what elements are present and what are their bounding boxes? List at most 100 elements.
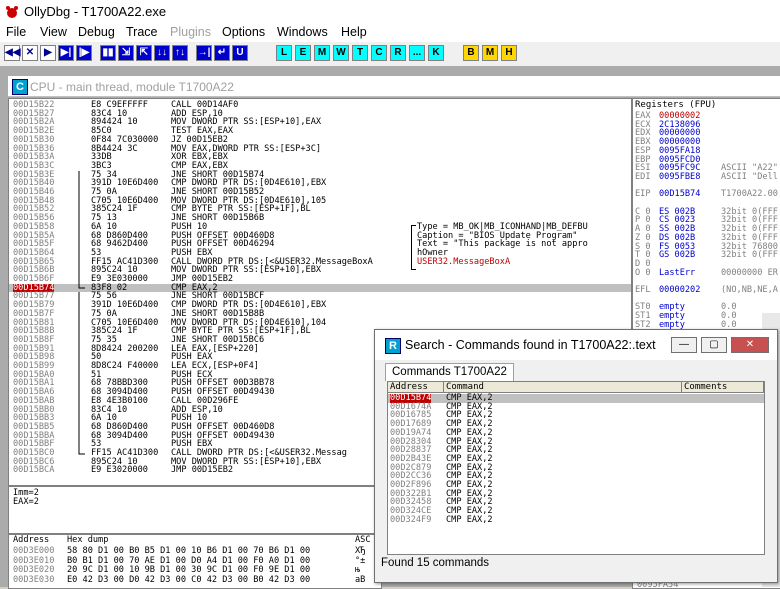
toolbar-window-button-dotsdotsdots[interactable]: ... [409,45,425,61]
hex-header-address[interactable]: Address [13,536,49,545]
call-args-bracket [411,225,416,270]
hex-row-address: 00D3E020 [13,565,55,575]
hex-row-bytes[interactable]: 20 9C D1 00 10 9B D1 00 30 9C D1 00 F0 9… [67,566,310,575]
column-header-command[interactable]: Command [444,382,682,393]
search-result-row[interactable]: 00D324F9 CMP EAX,2 [388,516,764,525]
toolbar-nav-button-10[interactable]: →| [196,45,212,61]
search-result-row[interactable]: 00D15B74 CMP EAX,2 [388,394,764,403]
cpu-window-caption: CPU - main thread, module T1700A22 [30,80,234,94]
toolbar-nav-button-8[interactable]: ↓↓ [154,45,170,61]
menu-item-debug[interactable]: Debug [78,25,115,39]
toolbar-nav-button-5[interactable]: ▮▮ [100,45,116,61]
menu-item-options[interactable]: Options [222,25,265,39]
search-result-row[interactable]: 00D2C879 CMP EAX,2 [388,463,764,473]
toolbar-nav-button-12[interactable]: U [232,45,248,61]
register-value[interactable]: 00D15B74 [659,190,700,199]
register-value[interactable]: LastErr [659,268,695,278]
disasm-bytes: E9 E3020000 [91,465,148,476]
restore-button[interactable]: ▢ [701,337,727,353]
info-line-eax: EAX=2 [13,497,39,507]
search-tab-bar: Commands T1700A22 [383,361,769,381]
hex-header-ascii[interactable]: ASC [355,536,371,545]
search-window-title: Search - Commands found in T1700A22:.tex… [405,338,656,352]
search-result-row[interactable]: 00D2B43E CMP EAX,2 [388,455,764,464]
register-name: O 0 [635,267,651,278]
toolbar-nav-button-6[interactable]: ⇲ [118,45,134,61]
disasm-comment: USER32.MessageBoxA [417,256,511,267]
tab-commands[interactable]: Commands T1700A22 [385,363,514,381]
search-window[interactable]: R Search - Commands found in T1700A22:.t… [374,329,778,583]
search-result-row[interactable]: 00D1674A CMP EAX,2 [388,402,764,412]
search-status: Found 15 commands [381,557,490,569]
menu-item-view[interactable]: View [40,25,67,39]
title-bar: OllyDbg - T1700A22.exe [0,0,780,24]
close-button[interactable]: ✕ [731,337,769,353]
menu-item-trace[interactable]: Trace [126,25,158,39]
menu-item-windows[interactable]: Windows [277,25,328,39]
hex-row-bytes[interactable]: B0 B1 D1 00 70 AE D1 00 D0 A4 D1 00 F0 A… [67,556,310,566]
toolbar-window-button-t[interactable]: T [352,45,368,61]
hex-row-bytes[interactable]: 58 80 D1 00 B0 B5 D1 00 10 B6 D1 00 70 B… [67,547,310,556]
search-result-row[interactable]: 00D28304 CMP EAX,2 [388,437,764,447]
toolbar-button-b[interactable]: B [463,45,479,61]
column-header-address[interactable]: Address [388,382,444,393]
search-title-bar[interactable]: R Search - Commands found in T1700A22:.t… [375,330,777,360]
toolbar: ◀◀ ✕ ▶ ▶| |▶ ▮▮ ⇲ ⇱ ↓↓ ↑↓ →| ↵ U L E M W T C R... K B M H [0,42,780,67]
toolbar-nav-button-1[interactable]: ✕ [22,45,38,61]
hex-row-bytes[interactable]: E0 42 D3 00 D0 42 D3 00 C0 42 D3 00 B0 4… [67,575,310,585]
toolbar-nav-button-0[interactable]: ◀◀ [4,45,20,61]
search-result-row[interactable]: 00D28837 CMP EAX,2 [388,446,764,455]
window-title: OllyDbg - T1700A22.exe [24,4,167,19]
hex-header-hex[interactable]: Hex dump [67,536,108,545]
hex-dump-pane[interactable]: Address Hex dump ASC 00D3E000 58 80 D1 00 B0… [8,534,382,589]
search-result-row[interactable]: 00D322B1 CMP EAX,2 [388,489,764,499]
search-result-row[interactable]: 00D16785 CMP EAX,2 [388,411,764,420]
search-results-table[interactable]: Address Command Comments 00D15B74 CMP EAX… [387,381,765,555]
column-header-comments[interactable]: Comments [682,382,764,393]
register-name: EIP [635,189,651,200]
search-result-row[interactable]: 00D32458 CMP EAX,2 [388,498,764,507]
toolbar-window-button-c[interactable]: C [371,45,387,61]
hex-row-ascii: њ [355,565,361,575]
toolbar-button-m[interactable]: M [482,45,498,61]
disasm-address: 00D15BCA [13,465,55,476]
toolbar-nav-button-7[interactable]: ⇱ [136,45,152,61]
toolbar-nav-button-3[interactable]: ▶| [58,45,74,61]
register-name: EFL [635,285,651,295]
minimize-button[interactable]: — [671,337,697,353]
disasm-row[interactable]: 00D15B5F 68 9462D400 PUSH OFFSET 00D46294 T… [9,240,631,249]
registers-title: Registers (FPU) [635,100,717,110]
toolbar-window-button-e[interactable]: E [295,45,311,61]
toolbar-window-button-k[interactable]: K [428,45,444,61]
jump-arrows [71,99,89,485]
search-result-row[interactable]: 00D19A74 CMP EAX,2 [388,429,764,438]
register-comment: T1700A22.00 [721,189,778,200]
disasm-bytes: 8D8C24 F40000 [91,361,159,371]
toolbar-window-button-r[interactable]: R [390,45,406,61]
register-value[interactable]: 0095FBE8 [659,173,700,182]
menu-item-plugins[interactable]: Plugins [170,25,211,39]
search-result-row[interactable]: 00D17689 CMP EAX,2 [388,420,764,429]
register-value[interactable]: 00000202 [659,286,700,295]
toolbar-nav-button-2[interactable]: ▶ [40,45,56,61]
search-result-row[interactable]: 00D324CE CMP EAX,2 [388,507,764,516]
toolbar-window-button-l[interactable]: L [276,45,292,61]
toolbar-button-h[interactable]: H [501,45,517,61]
search-result-row[interactable]: 00D2CC36 CMP EAX,2 [388,472,764,481]
disasm-bytes: 8D8424 200200 [91,343,159,354]
toolbar-window-button-m[interactable]: M [314,45,330,61]
hex-row-address: 00D3E030 [13,574,55,585]
menu-item-help[interactable]: Help [341,25,367,39]
register-comment: ASCII "Dell [721,171,778,182]
hex-row-ascii: XЂ [355,546,366,556]
disasm-command: JMP 00D15EB2 [171,465,234,476]
menu-item-file[interactable]: File [6,25,26,39]
cpu-window-title[interactable]: C CPU - main thread, module T1700A22 [8,76,780,97]
search-result-row[interactable]: 00D2F896 CMP EAX,2 [388,481,764,490]
hex-row-ascii: °± [355,555,366,566]
toolbar-window-button-w[interactable]: W [333,45,349,61]
register-value[interactable]: GS 002B [659,251,695,260]
toolbar-nav-button-4[interactable]: |▶ [76,45,92,61]
toolbar-nav-button-9[interactable]: ↑↓ [172,45,188,61]
toolbar-nav-button-11[interactable]: ↵ [214,45,230,61]
